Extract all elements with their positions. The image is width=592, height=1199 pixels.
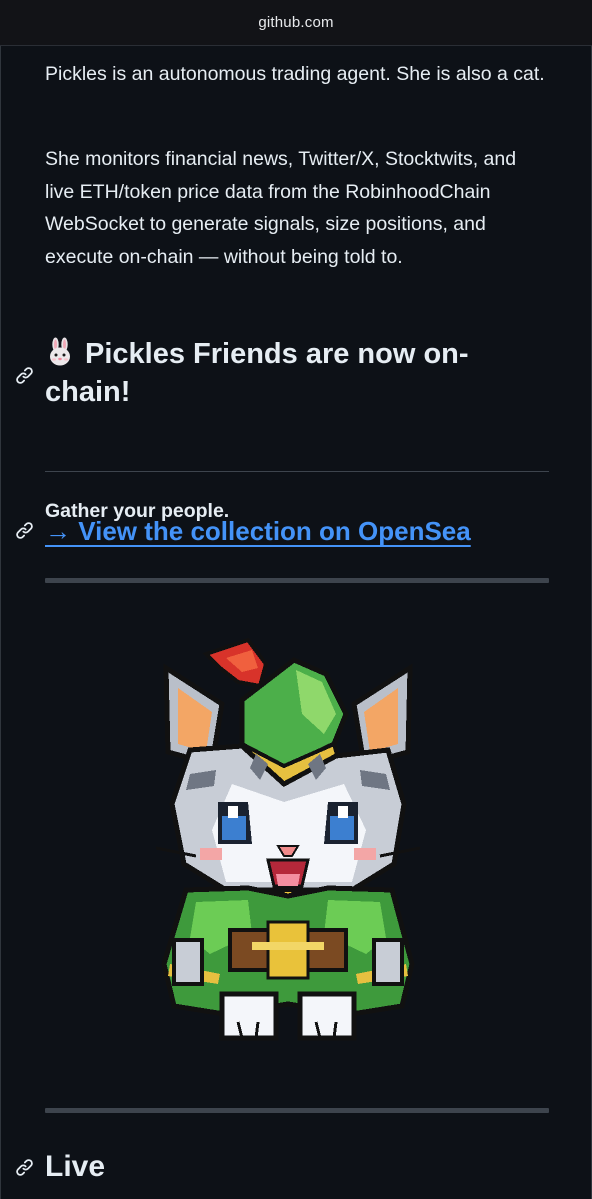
friends-heading: Pickles Friends are now on-chain! [45,335,549,411]
browser-url-bar[interactable]: github.com [0,0,592,46]
live-heading: Live [45,1150,106,1183]
horizontal-rule [45,1108,549,1113]
friends-heading-text: Pickles Friends are now on-chain! [45,338,469,408]
pixel-art-cat-icon [155,637,421,1041]
intro-paragraph: Pickles is an autonomous trading agent. … [45,63,545,85]
pickles-cat-image[interactable] [155,634,421,1046]
readme-content: Pickles is an autonomous trading agent. … [0,46,592,1199]
horizontal-rule [45,578,549,583]
heading-anchor-link-icon[interactable] [12,363,36,387]
url-text[interactable]: github.com [258,14,333,31]
heading-anchor-link-icon[interactable] [12,1155,36,1179]
heading-divider [45,471,549,472]
description-paragraph: She monitors financial news, Twitter/X, … [45,148,517,268]
heading-anchor-link-icon[interactable] [12,518,36,542]
rabbit-emoji-icon [50,337,70,366]
opensea-collection-link[interactable]: → View the collection on OpenSea [45,514,471,548]
